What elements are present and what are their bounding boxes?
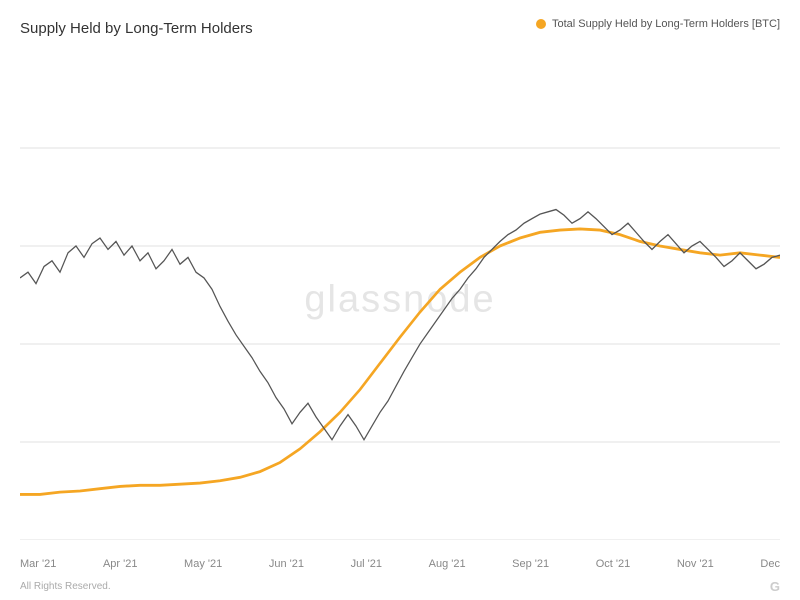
orange-line — [20, 229, 780, 495]
x-label-aug: Aug '21 — [429, 558, 466, 570]
legend-label: Total Supply Held by Long-Term Holders [… — [552, 18, 780, 30]
x-label-jul: Jul '21 — [351, 558, 382, 570]
gray-line — [20, 210, 780, 440]
legend-dot — [536, 19, 546, 29]
x-label-sep: Sep '21 — [512, 558, 549, 570]
x-label-mar: Mar '21 — [20, 558, 56, 570]
x-label-oct: Oct '21 — [596, 558, 631, 570]
x-label-dec: Dec — [760, 558, 780, 570]
chart-container: Supply Held by Long-Term Holders Total S… — [0, 0, 800, 600]
x-label-apr: Apr '21 — [103, 558, 138, 570]
legend: Total Supply Held by Long-Term Holders [… — [536, 18, 780, 30]
chart-svg — [20, 50, 780, 540]
x-label-may: May '21 — [184, 558, 222, 570]
chart-svg-area — [20, 50, 780, 540]
x-label-jun: Jun '21 — [269, 558, 304, 570]
x-axis-labels: Mar '21 Apr '21 May '21 Jun '21 Jul '21 … — [20, 558, 780, 570]
x-label-nov: Nov '21 — [677, 558, 714, 570]
footer-logo: G — [770, 579, 780, 594]
footer-copyright: All Rights Reserved. — [20, 581, 111, 592]
